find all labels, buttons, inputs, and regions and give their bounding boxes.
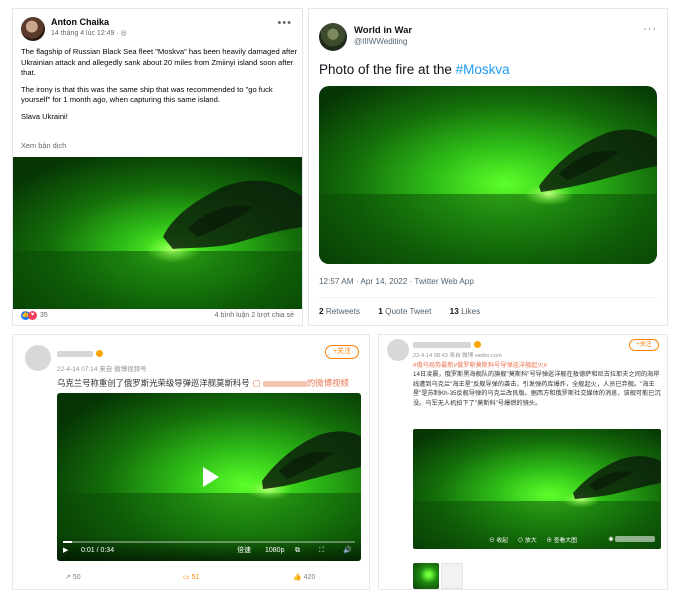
comment-icon: ▭ xyxy=(183,574,190,581)
reaction-count[interactable]: 35 xyxy=(40,312,48,319)
play-icon[interactable] xyxy=(203,467,219,487)
author-name[interactable]: Anton Chaika xyxy=(51,17,109,27)
like-button[interactable]: 👍 420 xyxy=(293,573,315,581)
volume-icon[interactable]: 🔊 xyxy=(343,545,352,557)
weibo-video-post: 22-4-14 07:14 来自 微博视频号 +关注 乌克兰号称重创了俄罗斯光荣… xyxy=(12,334,370,590)
vip-badge-icon xyxy=(474,341,481,348)
night-vision-image xyxy=(319,86,657,264)
quality-button[interactable]: 1080p xyxy=(265,545,284,557)
post-paragraph: The flagship of Russian Black Sea fleet … xyxy=(21,47,297,77)
post-meta[interactable]: 22-4-14 08:43 来自 微博 weibo.com xyxy=(413,351,502,359)
caption-redacted xyxy=(12,591,677,595)
watermark-redacted: ◉ xyxy=(608,536,655,543)
vip-badge-icon xyxy=(96,350,103,358)
post-header: Anton Chaika 14 tháng 4 lúc 12:49 · ◎ ••… xyxy=(21,17,294,43)
hashtag-link[interactable]: #Moskva xyxy=(456,62,510,77)
tweet-text: Photo of the fire at the #Moskva xyxy=(319,62,510,77)
likes-stat[interactable]: 13 Likes xyxy=(450,307,489,316)
post-text: 乌克兰号称重创了俄罗斯光荣级导弹巡洋舰莫斯科号 ▢ 的微博视频 xyxy=(57,377,349,389)
post-text: The flagship of Russian Black Sea fleet … xyxy=(21,47,299,128)
tweet-stats: 2 Retweets 1 Quote Tweet 13 Likes xyxy=(319,307,496,316)
post-paragraph: The irony is that this was the same ship… xyxy=(21,84,273,105)
image-thumbnail[interactable] xyxy=(413,563,439,589)
night-vision-image xyxy=(13,157,302,309)
image-buttons: ⊖ 收起 ⊙ 放大 ⊕ 查看大图 xyxy=(489,535,585,544)
post-paragraph: Slava Ukraini! xyxy=(21,111,68,121)
avatar[interactable] xyxy=(319,23,347,51)
avatar[interactable] xyxy=(25,345,51,371)
controls-row: ▶ 0:01 / 0:34 倍速 1080p ⧉ ⛶ 🔊 xyxy=(63,545,355,557)
post-text-main: 乌克兰号称重创了俄罗斯光荣级导弹巡洋舰莫斯科号 xyxy=(57,378,250,388)
follow-button[interactable]: +关注 xyxy=(325,345,359,359)
author-handle[interactable]: @IIIWWediting xyxy=(354,37,407,46)
view-large-button[interactable]: ⊕ 查看大图 xyxy=(546,538,577,544)
love-icon[interactable]: ♥ xyxy=(28,311,37,320)
more-icon[interactable]: ··· xyxy=(643,23,657,35)
share-icon: ↗ xyxy=(65,574,71,581)
retweets-stat[interactable]: 2 Retweets xyxy=(319,307,368,316)
facebook-post: Anton Chaika 14 tháng 4 lúc 12:49 · ◎ ••… xyxy=(12,8,303,326)
divider xyxy=(319,297,657,298)
tweet-photo[interactable] xyxy=(319,86,657,264)
night-vision-video[interactable] xyxy=(13,157,302,309)
tweet: World in War @IIIWWediting ··· Photo of … xyxy=(308,8,668,326)
see-translation-link[interactable]: Xem bản dịch xyxy=(21,141,66,150)
post-image[interactable]: ⊖ 收起 ⊙ 放大 ⊕ 查看大图 ◉ xyxy=(413,429,661,549)
image-toolbar: ⊖ 收起 ⊙ 放大 ⊕ 查看大图 ◉ xyxy=(413,531,661,549)
tweet-meta[interactable]: 12:57 AM · Apr 14, 2022 · Twitter Web Ap… xyxy=(319,277,474,286)
comment-button[interactable]: ▭ 51 xyxy=(183,573,199,581)
avatar[interactable] xyxy=(21,17,45,41)
fullscreen-icon[interactable]: ⛶ xyxy=(319,545,324,557)
author-name-redacted[interactable] xyxy=(57,349,103,358)
author-name[interactable]: World in War xyxy=(354,25,412,36)
hashtag-link[interactable]: #俄乌局势最新#俄罗斯莫斯科号导弹巡洋舰起火# xyxy=(413,360,547,369)
image-thumbnail[interactable] xyxy=(441,563,463,589)
progress-bar[interactable] xyxy=(63,541,355,543)
post-footer: 👍♥ 35 4 bình luận 2 lượt chia sẻ xyxy=(21,311,294,325)
like-icon: 👍 xyxy=(293,574,302,581)
video-player[interactable]: ▶ 0:01 / 0:34 倍速 1080p ⧉ ⛶ 🔊 xyxy=(57,393,361,561)
more-icon[interactable]: ••• xyxy=(277,17,292,29)
play-icon[interactable]: ▶ xyxy=(63,545,68,557)
comments-shares[interactable]: 4 bình luận 2 lượt chia sẻ xyxy=(215,312,294,319)
post-text: 14日凌晨，俄罗斯黑海舰队的旗舰"莫斯科"号导弹巡洋舰在敖德萨和尼古拉耶夫之间的… xyxy=(413,371,661,407)
video-link[interactable]: ▢ 的微博视频 xyxy=(253,378,349,388)
avatar[interactable] xyxy=(387,339,409,361)
pip-icon[interactable]: ⧉ xyxy=(295,545,300,557)
quote-tweets-stat[interactable]: 1 Quote Tweet xyxy=(378,307,439,316)
video-controls: ▶ 0:01 / 0:34 倍速 1080p ⧉ ⛶ 🔊 xyxy=(57,537,361,561)
progress-fill xyxy=(63,541,72,543)
post-actions: ↗ 50 ▭ 51 👍 420 xyxy=(57,573,359,587)
collapse-button[interactable]: ⊖ 收起 xyxy=(489,538,508,544)
author-name-redacted[interactable] xyxy=(413,341,481,348)
follow-button[interactable]: +关注 xyxy=(629,339,659,351)
post-meta[interactable]: 22-4-14 07:14 来自 微博视频号 xyxy=(57,363,147,373)
post-timestamp[interactable]: 14 tháng 4 lúc 12:49 · ◎ xyxy=(51,29,127,37)
share-button[interactable]: ↗ 50 xyxy=(65,573,81,581)
time-display: 0:01 / 0:34 xyxy=(81,547,115,554)
zoom-button[interactable]: ⊙ 放大 xyxy=(518,538,537,544)
tweet-text-prefix: Photo of the fire at the xyxy=(319,62,456,77)
weibo-image-post: 22-4-14 08:43 来自 微博 weibo.com +关注 #俄乌局势最… xyxy=(378,334,668,590)
speed-button[interactable]: 倍速 xyxy=(237,545,251,557)
